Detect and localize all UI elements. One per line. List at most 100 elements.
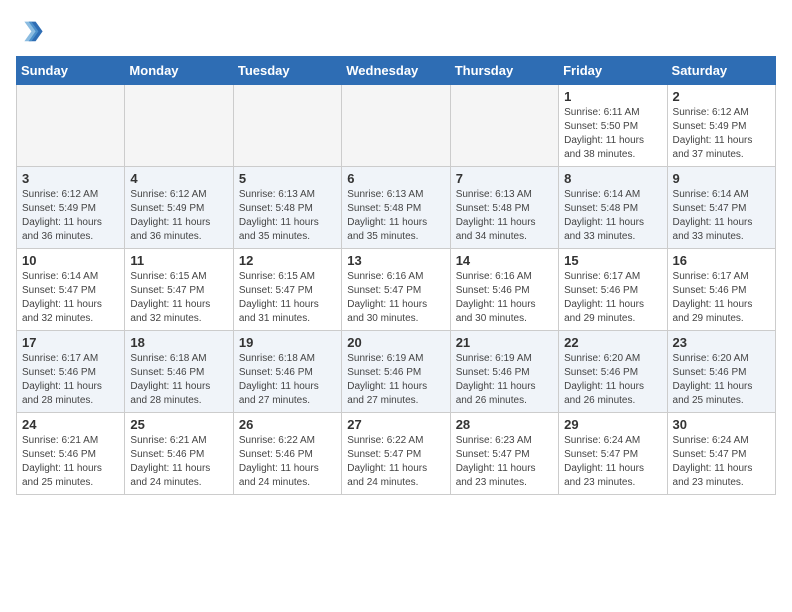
day-number: 6 (347, 171, 444, 186)
day-info: Sunrise: 6:17 AMSunset: 5:46 PMDaylight:… (564, 270, 661, 326)
day-number: 14 (456, 253, 553, 268)
calendar: SundayMondayTuesdayWednesdayThursdayFrid… (16, 56, 776, 495)
day-number: 21 (456, 335, 553, 350)
day-info: Sunrise: 6:22 AMSunset: 5:46 PMDaylight:… (239, 434, 336, 490)
weekday-header-tuesday: Tuesday (233, 57, 341, 85)
day-number: 7 (456, 171, 553, 186)
day-info: Sunrise: 6:22 AMSunset: 5:47 PMDaylight:… (347, 434, 444, 490)
day-number: 28 (456, 417, 553, 432)
calendar-cell: 14 Sunrise: 6:16 AMSunset: 5:46 PMDayligh… (450, 249, 558, 331)
day-number: 3 (22, 171, 119, 186)
weekday-header-monday: Monday (125, 57, 233, 85)
calendar-cell: 12Sunrise: 6:15 AMSunset: 5:47 PMDayligh… (233, 249, 341, 331)
calendar-cell: 29 Sunrise: 6:24 AMSunset: 5:47 PMDayligh… (559, 413, 667, 495)
day-number: 26 (239, 417, 336, 432)
calendar-cell (17, 85, 125, 167)
day-number: 22 (564, 335, 661, 350)
day-info: Sunrise: 6:11 AMSunset: 5:50 PMDaylight:… (564, 106, 661, 162)
day-info: Sunrise: 6:24 AMSunset: 5:47 PMDaylight:… (564, 434, 661, 490)
day-info: Sunrise: 6:20 AMSunset: 5:46 PMDaylight:… (673, 352, 770, 408)
day-info: Sunrise: 6:13 AMSunset: 5:48 PMDaylight:… (239, 188, 336, 244)
day-number: 20 (347, 335, 444, 350)
calendar-cell: 10Sunrise: 6:14 AMSunset: 5:47 PMDayligh… (17, 249, 125, 331)
day-info: Sunrise: 6:13 AMSunset: 5:48 PMDaylight:… (456, 188, 553, 244)
weekday-header-friday: Friday (559, 57, 667, 85)
calendar-cell (233, 85, 341, 167)
day-info: Sunrise: 6:18 AMSunset: 5:46 PMDaylight:… (130, 352, 227, 408)
day-info: Sunrise: 6:14 AMSunset: 5:47 PMDaylight:… (673, 188, 770, 244)
calendar-cell: 21 Sunrise: 6:19 AMSunset: 5:46 PMDayligh… (450, 331, 558, 413)
day-number: 23 (673, 335, 770, 350)
day-info: Sunrise: 6:19 AMSunset: 5:46 PMDaylight:… (347, 352, 444, 408)
day-info: Sunrise: 6:13 AMSunset: 5:48 PMDaylight:… (347, 188, 444, 244)
calendar-cell: 28 Sunrise: 6:23 AMSunset: 5:47 PMDayligh… (450, 413, 558, 495)
day-info: Sunrise: 6:17 AMSunset: 5:46 PMDaylight:… (673, 270, 770, 326)
day-number: 16 (673, 253, 770, 268)
calendar-cell: 23 Sunrise: 6:20 AMSunset: 5:46 PMDayligh… (667, 331, 775, 413)
day-info: Sunrise: 6:16 AMSunset: 5:47 PMDaylight:… (347, 270, 444, 326)
calendar-cell: 16 Sunrise: 6:17 AMSunset: 5:46 PMDayligh… (667, 249, 775, 331)
day-number: 27 (347, 417, 444, 432)
calendar-cell (450, 85, 558, 167)
day-number: 19 (239, 335, 336, 350)
calendar-cell: 4 Sunrise: 6:12 AMSunset: 5:49 PMDaylight… (125, 167, 233, 249)
calendar-row-0: 1 Sunrise: 6:11 AMSunset: 5:50 PMDaylight… (17, 85, 776, 167)
day-number: 24 (22, 417, 119, 432)
calendar-cell: 27 Sunrise: 6:22 AMSunset: 5:47 PMDayligh… (342, 413, 450, 495)
day-number: 4 (130, 171, 227, 186)
calendar-row-4: 24 Sunrise: 6:21 AMSunset: 5:46 PMDayligh… (17, 413, 776, 495)
calendar-cell: 2 Sunrise: 6:12 AMSunset: 5:49 PMDaylight… (667, 85, 775, 167)
day-info: Sunrise: 6:21 AMSunset: 5:46 PMDaylight:… (22, 434, 119, 490)
day-number: 29 (564, 417, 661, 432)
day-number: 2 (673, 89, 770, 104)
weekday-header-row: SundayMondayTuesdayWednesdayThursdayFrid… (17, 57, 776, 85)
day-info: Sunrise: 6:12 AMSunset: 5:49 PMDaylight:… (22, 188, 119, 244)
logo (16, 16, 48, 44)
day-number: 30 (673, 417, 770, 432)
weekday-header-saturday: Saturday (667, 57, 775, 85)
day-number: 15 (564, 253, 661, 268)
calendar-cell: 30 Sunrise: 6:24 AMSunset: 5:47 PMDayligh… (667, 413, 775, 495)
day-info: Sunrise: 6:14 AMSunset: 5:48 PMDaylight:… (564, 188, 661, 244)
calendar-cell: 11Sunrise: 6:15 AMSunset: 5:47 PMDayligh… (125, 249, 233, 331)
day-info: Sunrise: 6:20 AMSunset: 5:46 PMDaylight:… (564, 352, 661, 408)
calendar-cell: 25 Sunrise: 6:21 AMSunset: 5:46 PMDayligh… (125, 413, 233, 495)
day-info: Sunrise: 6:24 AMSunset: 5:47 PMDaylight:… (673, 434, 770, 490)
calendar-cell: 22 Sunrise: 6:20 AMSunset: 5:46 PMDayligh… (559, 331, 667, 413)
day-number: 12 (239, 253, 336, 268)
calendar-cell (125, 85, 233, 167)
calendar-cell: 6 Sunrise: 6:13 AMSunset: 5:48 PMDaylight… (342, 167, 450, 249)
day-info: Sunrise: 6:16 AMSunset: 5:46 PMDaylight:… (456, 270, 553, 326)
day-info: Sunrise: 6:19 AMSunset: 5:46 PMDaylight:… (456, 352, 553, 408)
day-number: 8 (564, 171, 661, 186)
page-header (16, 16, 776, 44)
calendar-cell: 20 Sunrise: 6:19 AMSunset: 5:46 PMDayligh… (342, 331, 450, 413)
day-info: Sunrise: 6:12 AMSunset: 5:49 PMDaylight:… (130, 188, 227, 244)
calendar-cell: 19 Sunrise: 6:18 AMSunset: 5:46 PMDayligh… (233, 331, 341, 413)
day-number: 9 (673, 171, 770, 186)
calendar-cell: 5 Sunrise: 6:13 AMSunset: 5:48 PMDaylight… (233, 167, 341, 249)
logo-icon (16, 16, 44, 44)
calendar-cell (342, 85, 450, 167)
day-number: 5 (239, 171, 336, 186)
calendar-cell: 7 Sunrise: 6:13 AMSunset: 5:48 PMDaylight… (450, 167, 558, 249)
calendar-cell: 24 Sunrise: 6:21 AMSunset: 5:46 PMDayligh… (17, 413, 125, 495)
day-info: Sunrise: 6:21 AMSunset: 5:46 PMDaylight:… (130, 434, 227, 490)
day-number: 1 (564, 89, 661, 104)
day-info: Sunrise: 6:23 AMSunset: 5:47 PMDaylight:… (456, 434, 553, 490)
day-number: 11 (130, 253, 227, 268)
calendar-row-1: 3 Sunrise: 6:12 AMSunset: 5:49 PMDaylight… (17, 167, 776, 249)
calendar-cell: 13Sunrise: 6:16 AMSunset: 5:47 PMDayligh… (342, 249, 450, 331)
calendar-cell: 9 Sunrise: 6:14 AMSunset: 5:47 PMDaylight… (667, 167, 775, 249)
day-info: Sunrise: 6:18 AMSunset: 5:46 PMDaylight:… (239, 352, 336, 408)
calendar-cell: 17Sunrise: 6:17 AMSunset: 5:46 PMDayligh… (17, 331, 125, 413)
weekday-header-sunday: Sunday (17, 57, 125, 85)
day-number: 18 (130, 335, 227, 350)
day-info: Sunrise: 6:17 AMSunset: 5:46 PMDaylight:… (22, 352, 119, 408)
day-info: Sunrise: 6:12 AMSunset: 5:49 PMDaylight:… (673, 106, 770, 162)
day-number: 25 (130, 417, 227, 432)
day-info: Sunrise: 6:14 AMSunset: 5:47 PMDaylight:… (22, 270, 119, 326)
calendar-cell: 15 Sunrise: 6:17 AMSunset: 5:46 PMDayligh… (559, 249, 667, 331)
calendar-cell: 18 Sunrise: 6:18 AMSunset: 5:46 PMDayligh… (125, 331, 233, 413)
calendar-cell: 8 Sunrise: 6:14 AMSunset: 5:48 PMDaylight… (559, 167, 667, 249)
